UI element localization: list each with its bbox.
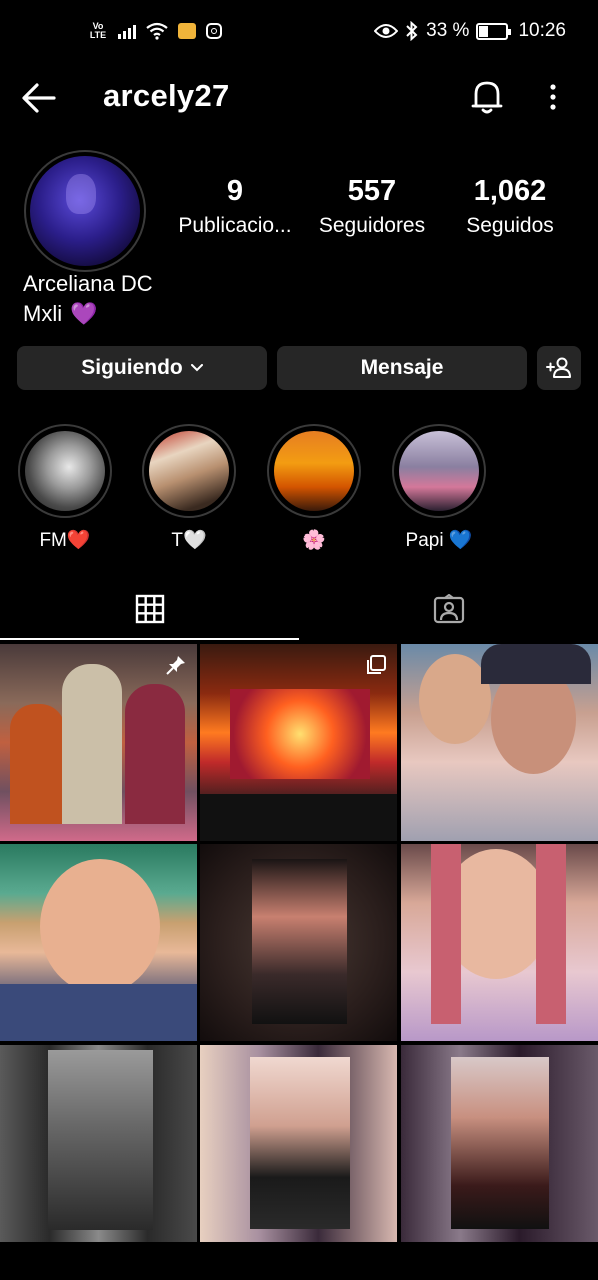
- stat-posts-value: 9: [226, 175, 244, 207]
- tab-posts-grid[interactable]: [0, 578, 299, 640]
- bio: Mxli 💜: [23, 301, 98, 327]
- page-title: arcely27: [103, 78, 230, 113]
- stat-followers-label: Seguidores: [318, 214, 426, 237]
- highlight-ring: [267, 424, 361, 518]
- post-thumbnail[interactable]: [200, 844, 397, 1041]
- highlight-ring: [142, 424, 236, 518]
- bio-emoji: 💜: [70, 301, 98, 326]
- story-highlight[interactable]: FM❤️: [18, 424, 112, 552]
- stat-posts[interactable]: 9 Publicacio...: [170, 175, 300, 238]
- profile-header: arcely27: [0, 70, 598, 126]
- highlight-cover: [399, 431, 479, 511]
- tagged-icon: [433, 594, 464, 624]
- story-highlight[interactable]: T🤍: [142, 424, 236, 552]
- more-options-icon[interactable]: [542, 82, 564, 112]
- following-button-label: Siguiendo: [81, 356, 183, 379]
- stat-following-value: 1,062: [473, 175, 547, 207]
- tab-tagged[interactable]: [299, 578, 598, 640]
- highlight-label: 🌸: [302, 530, 326, 551]
- highlight-label: FM❤️: [39, 530, 91, 551]
- highlight-cover: [25, 431, 105, 511]
- story-highlight[interactable]: 🌸: [267, 424, 361, 552]
- highlight-label: Papi 💙: [405, 530, 473, 551]
- story-highlight[interactable]: Papi 💙: [392, 424, 486, 552]
- add-user-icon: [546, 357, 571, 378]
- notification-app-icon: [178, 23, 196, 39]
- status-left: Vo LTE: [88, 22, 222, 40]
- pinned-icon: [166, 656, 185, 675]
- grid-icon: [135, 594, 164, 624]
- following-button[interactable]: Siguiendo: [17, 346, 267, 390]
- battery-icon: [476, 22, 512, 40]
- wifi-icon: [146, 22, 168, 40]
- post-thumbnail[interactable]: [401, 644, 598, 841]
- battery-level: [479, 25, 489, 37]
- battery-percent: 33 %: [426, 20, 470, 41]
- highlight-ring: [18, 424, 112, 518]
- display-name: Arceliana DC: [23, 271, 153, 296]
- volte-indicator: Vo LTE: [89, 21, 107, 40]
- clock: 10:26: [518, 20, 566, 41]
- profile-tabs: [0, 578, 598, 640]
- instagram-notification-icon: [206, 23, 222, 39]
- bell-icon[interactable]: [470, 78, 504, 116]
- active-tab-indicator: [0, 638, 299, 640]
- post-thumbnail[interactable]: [200, 1045, 397, 1242]
- post-thumbnail[interactable]: [0, 844, 197, 1041]
- status-bar: Vo LTE 33 % 10:26: [0, 0, 598, 70]
- eye-icon: [374, 24, 399, 38]
- stat-posts-label: Publicacio...: [178, 214, 292, 237]
- post-thumbnail[interactable]: [0, 1045, 197, 1242]
- highlight-cover: [149, 431, 229, 511]
- bluetooth-icon: [406, 21, 418, 41]
- suggested-users-button[interactable]: [537, 346, 581, 390]
- stat-followers-value: 557: [347, 175, 397, 207]
- signal-icon: [118, 23, 136, 39]
- carousel-icon: [367, 655, 386, 674]
- highlight-ring: [392, 424, 486, 518]
- avatar: [30, 156, 140, 266]
- message-button[interactable]: Mensaje: [277, 346, 527, 390]
- status-right: 33 % 10:26: [374, 20, 566, 42]
- post-thumbnail[interactable]: [0, 644, 197, 841]
- highlight-label: T🤍: [171, 530, 207, 551]
- stat-followers[interactable]: 557 Seguidores: [307, 175, 437, 238]
- chevron-down-icon: [190, 364, 203, 372]
- post-thumbnail[interactable]: [401, 1045, 598, 1242]
- stat-following-label: Seguidos: [466, 214, 554, 237]
- post-thumbnail[interactable]: [401, 844, 598, 1041]
- post-thumbnail[interactable]: [200, 644, 397, 841]
- back-arrow-icon[interactable]: [20, 80, 58, 116]
- message-button-label: Mensaje: [360, 356, 444, 379]
- highlight-cover: [274, 431, 354, 511]
- bio-text: Mxli: [23, 301, 63, 326]
- profile-avatar-ring[interactable]: [24, 150, 146, 272]
- stat-following[interactable]: 1,062 Seguidos: [445, 175, 575, 238]
